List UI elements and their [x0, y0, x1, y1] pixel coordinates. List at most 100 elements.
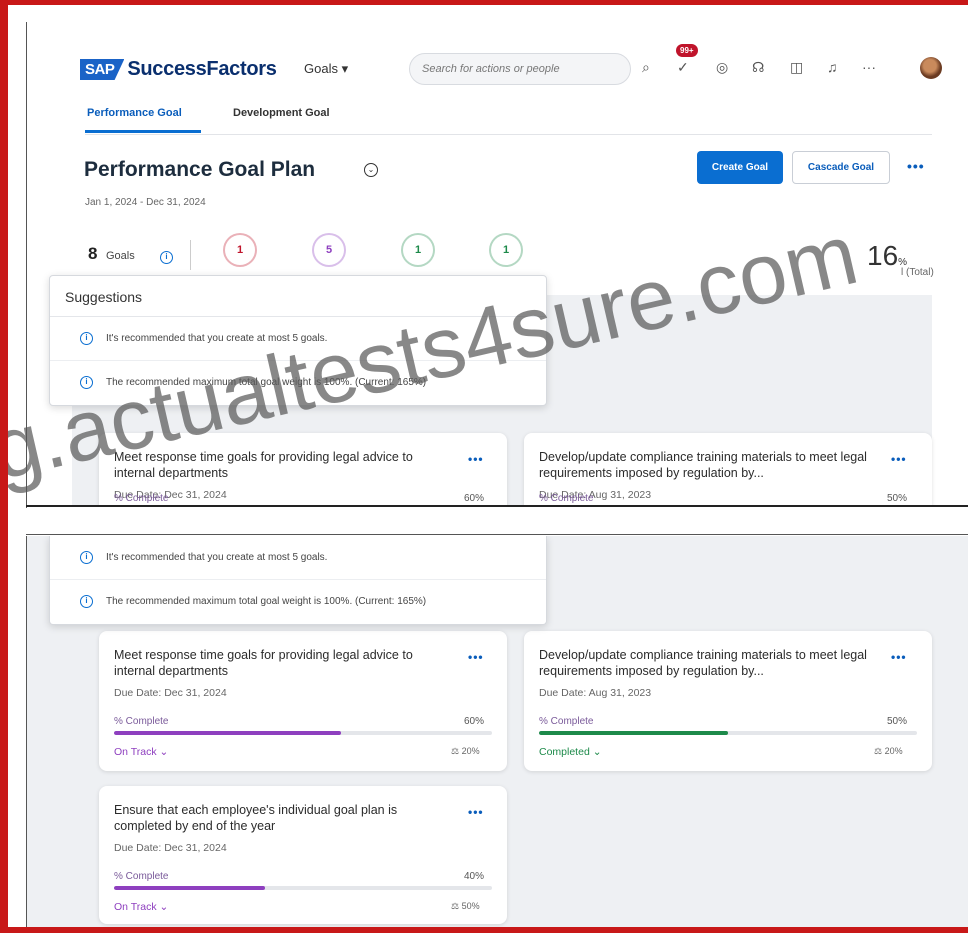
percent-complete-value: 60% — [464, 716, 485, 727]
plan-date-range: Jan 1, 2024 - Dec 31, 2024 — [85, 197, 206, 208]
progress-bar-fill — [114, 886, 266, 890]
cascade-goal-button[interactable]: Cascade Goal — [792, 151, 890, 184]
percent-complete-value: 50% — [887, 493, 908, 504]
goal-weight: ⚖ 50% — [451, 901, 480, 912]
search-icon[interactable]: ⌕ — [642, 59, 650, 76]
goal-tabs: Performance Goal Development Goal — [85, 100, 932, 135]
suggestion-text: The recommended maximum total goal weigh… — [106, 377, 427, 388]
percent-complete-label: % Complete — [114, 493, 169, 504]
status-text: On Track — [114, 746, 157, 758]
shell-bar: SAP SuccessFactors Goals ▾ Search for ac… — [72, 40, 942, 100]
percent-complete-value: 60% — [464, 493, 485, 504]
progress-bar — [114, 731, 492, 735]
status-count-circle[interactable]: 1 — [223, 233, 257, 267]
suggestion-text: It's recommended that you create at most… — [106, 333, 328, 344]
total-weight-number: 16 — [867, 240, 899, 271]
goal-title[interactable]: Develop/update compliance training mater… — [539, 449, 879, 481]
suggestion-item: i The recommended maximum total goal wei… — [50, 580, 546, 624]
goal-due-date: Due Date: Aug 31, 2023 — [539, 687, 652, 699]
status-count-circle[interactable]: 5 — [312, 233, 346, 267]
goal-card[interactable]: Meet response time goals for providing l… — [99, 433, 507, 505]
headset-icon[interactable]: ☊ — [752, 59, 764, 76]
weight-value: 50% — [461, 901, 480, 911]
bottom-screenshot-panel: i It's recommended that you create at mo… — [27, 536, 968, 927]
goal-due-date: Due Date: Dec 31, 2024 — [114, 842, 227, 854]
chevron-down-icon: ⌄ — [592, 746, 602, 758]
status-dropdown[interactable]: On Track ⌄ — [114, 901, 168, 913]
progress-bar — [539, 731, 917, 735]
create-goal-button[interactable]: Create Goal — [697, 151, 783, 184]
percent-complete-label: % Complete — [114, 716, 169, 727]
more-icon[interactable]: ··· — [862, 59, 876, 75]
info-icon: i — [80, 551, 93, 564]
notification-badge: 99+ — [676, 44, 698, 57]
goal-more-button[interactable]: ••• — [468, 805, 484, 819]
top-screenshot-panel: SAP SuccessFactors Goals ▾ Search for ac… — [27, 5, 968, 505]
percent-complete-label: % Complete — [539, 716, 594, 727]
status-dropdown[interactable]: On Track ⌄ — [114, 746, 168, 758]
chevron-down-icon[interactable]: ⌄ — [364, 163, 378, 177]
goal-more-button[interactable]: ••• — [891, 452, 907, 466]
suggestion-text: It's recommended that you create at most… — [106, 552, 328, 563]
search-input[interactable]: Search for actions or people — [409, 53, 631, 85]
tab-performance-goal[interactable]: Performance Goal — [87, 107, 182, 119]
sap-logo[interactable]: SAP SuccessFactors — [80, 58, 277, 81]
goal-more-button[interactable]: ••• — [468, 452, 484, 466]
goal-card[interactable]: Develop/update compliance training mater… — [524, 631, 932, 771]
goal-title[interactable]: Develop/update compliance training mater… — [539, 647, 879, 679]
progress-bar-fill — [114, 731, 341, 735]
chevron-down-icon: ⌄ — [159, 901, 169, 913]
suggestion-item: i The recommended maximum total goal wei… — [50, 361, 546, 405]
todo-icon[interactable]: ✓ — [677, 59, 689, 76]
percent-complete-value: 40% — [464, 871, 485, 882]
goal-count: 8 — [88, 244, 98, 263]
goal-card[interactable]: Ensure that each employee's individual g… — [99, 786, 507, 924]
goal-card[interactable]: Develop/update compliance training mater… — [524, 433, 932, 505]
summary-divider — [190, 240, 191, 270]
divider-horizontal — [26, 505, 968, 507]
goal-weight: ⚖ 20% — [874, 746, 903, 757]
progress-bar — [114, 886, 492, 890]
weight-icon: ⚖ — [874, 746, 883, 756]
avatar[interactable] — [920, 57, 942, 79]
status-count-circle[interactable]: 1 — [489, 233, 523, 267]
weight-icon: ⚖ — [451, 901, 460, 911]
status-dropdown[interactable]: Completed ⌄ — [539, 746, 602, 758]
divider-horizontal-2 — [26, 534, 968, 535]
goal-more-button[interactable]: ••• — [891, 650, 907, 664]
header-more-button[interactable]: ••• — [907, 158, 925, 174]
total-weight-caption: l (Total) — [901, 267, 934, 278]
info-icon: i — [80, 332, 93, 345]
info-icon[interactable]: i — [160, 251, 173, 264]
status-text: On Track — [114, 901, 157, 913]
active-tab-indicator — [85, 130, 201, 133]
divider-vertical-bottom — [26, 536, 27, 927]
suggestion-item: i It's recommended that you create at mo… — [50, 317, 546, 361]
goal-title[interactable]: Meet response time goals for providing l… — [114, 449, 454, 481]
page-title: Performance Goal Plan — [84, 158, 316, 181]
tab-development-goal[interactable]: Development Goal — [233, 107, 330, 119]
info-icon: i — [80, 595, 93, 608]
goal-weight: ⚖ 20% — [451, 746, 480, 757]
goal-title[interactable]: Ensure that each employee's individual g… — [114, 802, 454, 834]
learning-icon[interactable]: ◫ — [790, 59, 803, 76]
suggestion-text: The recommended maximum total goal weigh… — [106, 596, 427, 607]
status-text: Completed — [539, 746, 590, 758]
suggestions-popover: i It's recommended that you create at mo… — [49, 536, 547, 625]
chat-icon[interactable]: ◎ — [716, 59, 728, 76]
goals-menu-button[interactable]: Goals ▾ — [304, 61, 348, 77]
suggestions-popover: Suggestions i It's recommended that you … — [49, 275, 547, 406]
bell-icon[interactable]: ♫ — [827, 59, 838, 75]
percent-complete-value: 50% — [887, 716, 908, 727]
goal-title[interactable]: Meet response time goals for providing l… — [114, 647, 454, 679]
goal-due-date: Due Date: Dec 31, 2024 — [114, 687, 227, 699]
product-name: SuccessFactors — [127, 58, 277, 80]
percent-complete-label: % Complete — [539, 493, 594, 504]
weight-value: 20% — [884, 746, 903, 756]
goal-more-button[interactable]: ••• — [468, 650, 484, 664]
weight-value: 20% — [461, 746, 480, 756]
status-count-circle[interactable]: 1 — [401, 233, 435, 267]
weight-icon: ⚖ — [451, 746, 460, 756]
chevron-down-icon: ⌄ — [159, 746, 169, 758]
goal-card[interactable]: Meet response time goals for providing l… — [99, 631, 507, 771]
